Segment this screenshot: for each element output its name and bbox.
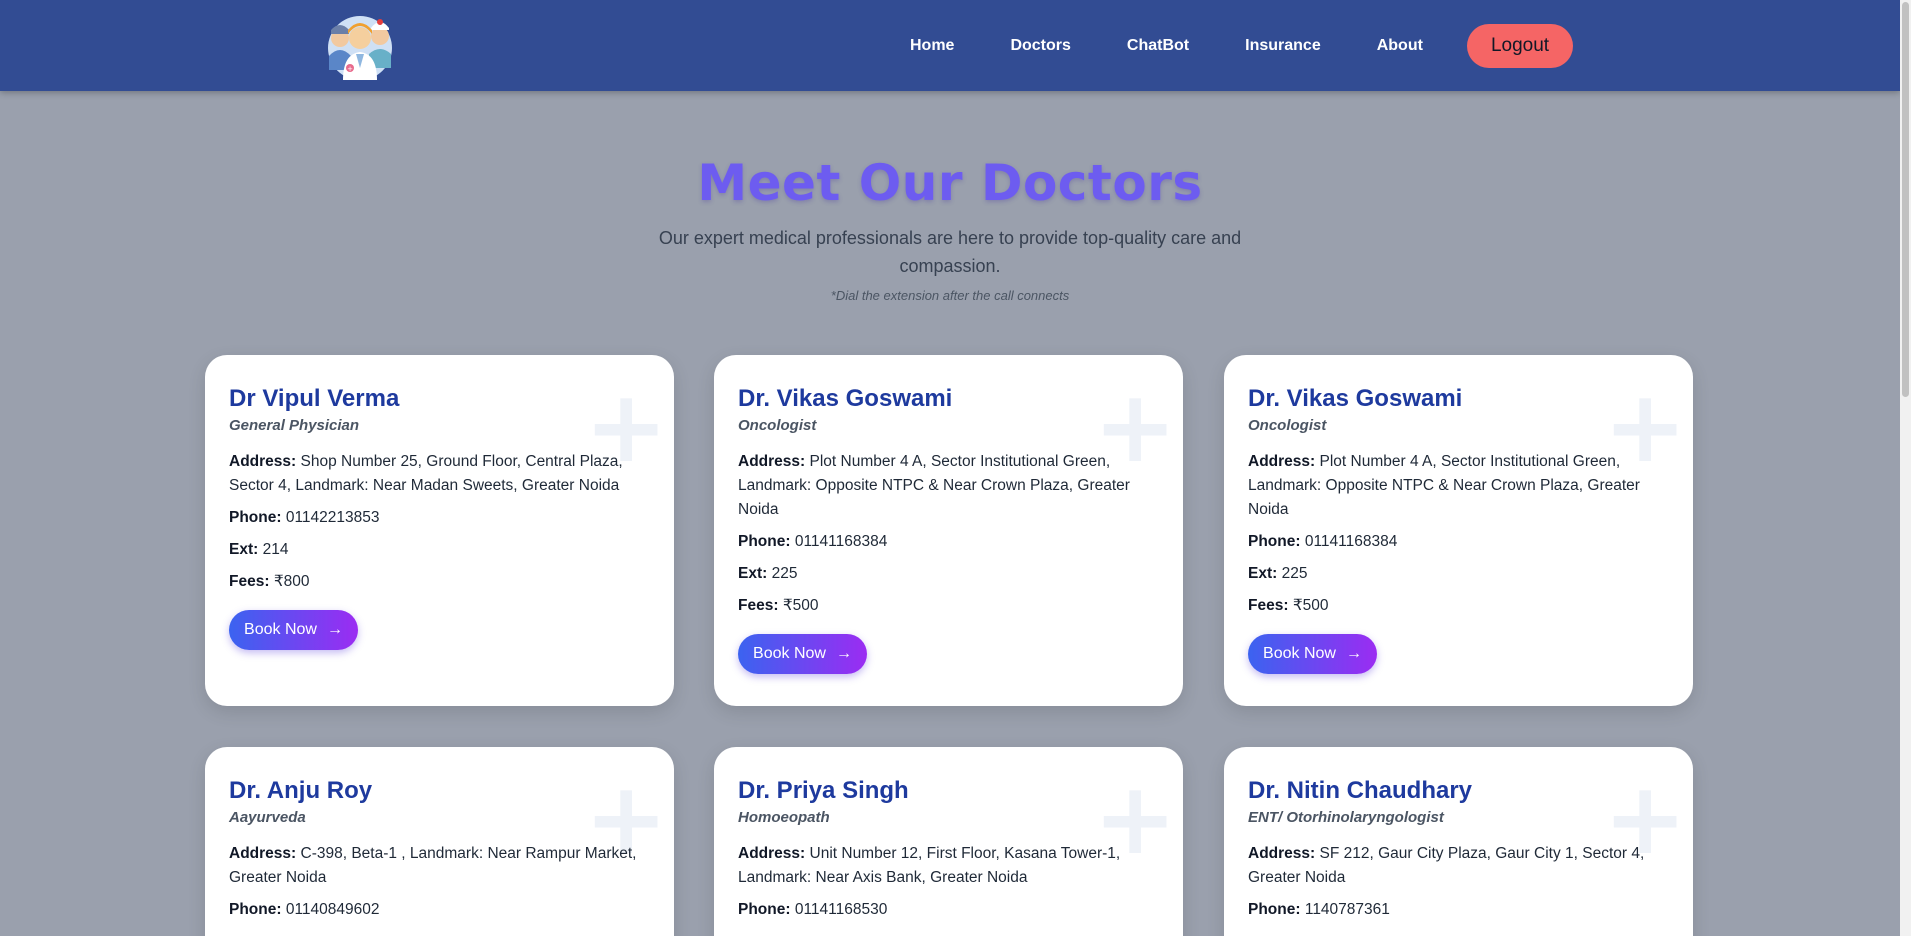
doctor-card: + Dr. Vikas Goswami Oncologist Address: … (1224, 355, 1693, 706)
doctor-card: + Dr. Nitin Chaudhary ENT/ Otorhinolaryn… (1224, 747, 1693, 936)
book-now-button[interactable]: Book Now → (229, 610, 358, 650)
doctor-card: + Dr. Vikas Goswami Oncologist Address: … (714, 355, 1183, 706)
top-navbar: + Home Doctors ChatBot Insurance About L… (0, 0, 1900, 91)
doctor-name: Dr. Vikas Goswami (738, 385, 953, 412)
nav-link-home[interactable]: Home (910, 37, 954, 55)
nav-link-insurance[interactable]: Insurance (1245, 37, 1321, 55)
arrow-right-icon: → (326, 621, 343, 638)
doctor-ext: Ext: 214 (229, 541, 289, 558)
doctor-phone: Phone: 01141168384 (1248, 533, 1398, 550)
book-now-button[interactable]: Book Now → (1248, 634, 1377, 674)
doctor-name: Dr. Vikas Goswami (1248, 385, 1463, 412)
arrow-right-icon: → (1345, 645, 1362, 662)
doctor-phone: Phone: 01141168530 (738, 901, 888, 918)
doctor-address: Address: Shop Number 25, Ground Floor, C… (229, 453, 623, 494)
book-now-button[interactable]: Book Now → (738, 634, 867, 674)
doctor-address: Address: Plot Number 4 A, Sector Institu… (1248, 453, 1640, 518)
logout-button[interactable]: Logout (1467, 24, 1573, 68)
nav-link-about[interactable]: About (1377, 37, 1423, 55)
page-title: Meet Our Doctors (697, 154, 1203, 212)
doctor-specialty: Aayurveda (229, 809, 306, 826)
doctors-logo-icon[interactable]: + (325, 8, 395, 82)
doctor-specialty: Oncologist (738, 417, 817, 434)
extension-note: *Dial the extension after the call conne… (830, 288, 1070, 303)
doctor-phone: Phone: 01140849602 (229, 901, 380, 918)
nav-links: Home Doctors ChatBot Insurance About (910, 0, 1479, 91)
doctor-name: Dr Vipul Verma (229, 385, 400, 412)
doctor-ext: Ext: 225 (1248, 565, 1308, 582)
doctor-specialty: Homoeopath (738, 809, 830, 826)
doctor-name: Dr. Priya Singh (738, 777, 909, 804)
doctor-name: Dr. Nitin Chaudhary (1248, 777, 1473, 804)
scrollbar-thumb[interactable] (1902, 2, 1909, 397)
nav-link-chatbot[interactable]: ChatBot (1127, 37, 1189, 55)
doctor-specialty: General Physician (229, 417, 360, 434)
doctor-address: Address: C-398, Beta-1 , Landmark: Near … (229, 845, 637, 886)
page-subtitle: Our expert medical professionals are her… (658, 228, 1242, 276)
nav-link-doctors[interactable]: Doctors (1010, 37, 1070, 55)
doctor-card: + Dr Vipul Verma General Physician Addre… (205, 355, 674, 706)
doctor-ext: Ext: 225 (738, 565, 798, 582)
doctor-card: + Dr. Anju Roy Aayurveda Address: C-398,… (205, 747, 674, 936)
doctor-card: + Dr. Priya Singh Homoeopath Address: Un… (714, 747, 1183, 936)
svg-text:+: + (347, 65, 353, 73)
doctor-name: Dr. Anju Roy (229, 777, 373, 804)
doctor-phone: Phone: 01142213853 (229, 509, 380, 526)
doctor-address: Address: Unit Number 12, First Floor, Ka… (738, 845, 1121, 886)
arrow-right-icon: → (835, 645, 852, 662)
doctor-specialty: Oncologist (1248, 417, 1327, 434)
doctor-phone: Phone: 1140787361 (1248, 901, 1390, 918)
doctor-phone: Phone: 01141168384 (738, 533, 888, 550)
doctor-address: Address: SF 212, Gaur City Plaza, Gaur C… (1248, 845, 1645, 886)
doctor-fees: Fees: ₹800 (229, 573, 310, 590)
doctor-address: Address: Plot Number 4 A, Sector Institu… (738, 453, 1130, 518)
page-scrollbar[interactable] (1900, 0, 1911, 936)
doctor-fees: Fees: ₹500 (1248, 597, 1329, 614)
doctor-fees: Fees: ₹500 (738, 597, 819, 614)
doctor-specialty: ENT/ Otorhinolaryngologist (1248, 809, 1444, 826)
